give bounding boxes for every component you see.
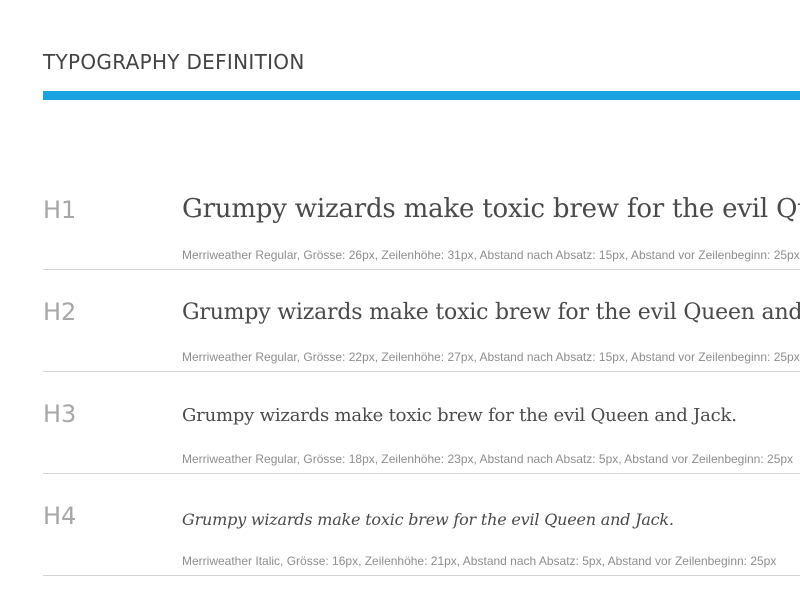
- heading-level-label: H1: [43, 196, 77, 224]
- typography-row-h1: H1 Grumpy wizards make toxic brew for th…: [43, 168, 800, 270]
- sample-text: Grumpy wizards make toxic brew for the e…: [182, 405, 737, 426]
- page-title: TYPOGRAPHY DEFINITION: [43, 50, 305, 74]
- sample-text: Grumpy wizards make toxic brew for the e…: [182, 300, 800, 325]
- font-spec: Merriweather Italic, Grösse: 16px, Zeile…: [182, 554, 777, 568]
- heading-level-label: H4: [43, 502, 77, 530]
- sample-text: Grumpy wizards make toxic brew for the e…: [182, 510, 674, 529]
- font-spec: Merriweather Regular, Grösse: 26px, Zeil…: [182, 248, 800, 262]
- heading-level-label: H2: [43, 298, 77, 326]
- typography-row-h3: H3 Grumpy wizards make toxic brew for th…: [43, 372, 800, 474]
- sample-text: Grumpy wizards make toxic brew for the e…: [182, 194, 800, 224]
- typography-row-h2: H2 Grumpy wizards make toxic brew for th…: [43, 270, 800, 372]
- accent-divider: [43, 91, 800, 100]
- typography-list: H1 Grumpy wizards make toxic brew for th…: [43, 168, 800, 576]
- typography-row-h4: H4 Grumpy wizards make toxic brew for th…: [43, 474, 800, 576]
- font-spec: Merriweather Regular, Grösse: 22px, Zeil…: [182, 350, 800, 364]
- font-spec: Merriweather Regular, Grösse: 18px, Zeil…: [182, 452, 794, 466]
- heading-level-label: H3: [43, 400, 77, 428]
